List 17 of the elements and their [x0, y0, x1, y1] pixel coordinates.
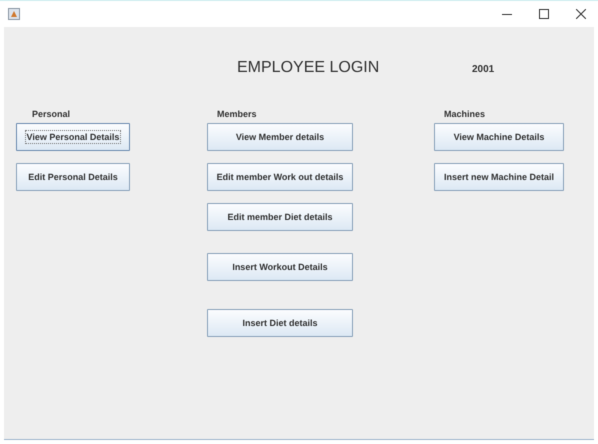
action-button[interactable]: Insert Diet details — [207, 309, 353, 337]
heading: EMPLOYEE LOGIN — [237, 59, 380, 77]
action-button[interactable]: View Personal Details — [16, 123, 130, 151]
action-button[interactable]: View Member details — [207, 123, 353, 151]
action-button[interactable]: Insert Workout Details — [207, 253, 353, 281]
section-label: Members — [217, 109, 257, 121]
id-label: 2001 — [472, 64, 494, 75]
action-button[interactable]: Edit member Diet details — [207, 203, 353, 231]
action-button[interactable]: Edit member Work out details — [207, 163, 353, 191]
section-label: Machines — [444, 109, 486, 121]
action-button[interactable]: Insert new Machine Detail — [434, 163, 564, 191]
maximize-icon[interactable] — [539, 9, 549, 19]
close-icon[interactable] — [576, 9, 586, 19]
action-button[interactable]: Edit Personal Details — [16, 163, 130, 191]
action-button[interactable]: View Machine Details — [434, 123, 564, 151]
app-icon — [8, 8, 20, 20]
section-label: Personal — [32, 109, 70, 121]
